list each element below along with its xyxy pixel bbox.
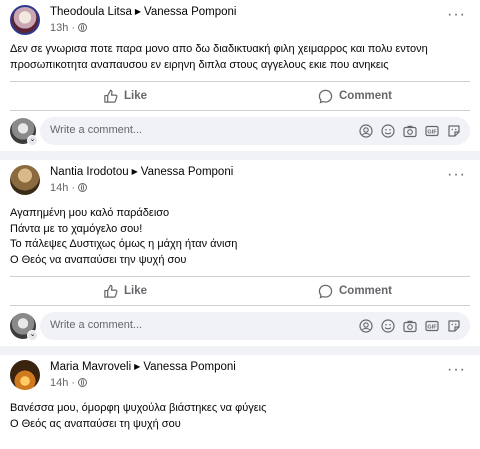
like-icon [104,284,118,298]
post-header: Nantia Irodotou ▶ Vanessa Pomponi 14h · ··… [10,165,470,205]
post-text: Αγαπημένη μου καλό παράδεισο Πάντα με το… [10,206,470,268]
comment-button[interactable]: Comment [240,279,470,303]
comment-icon [318,89,333,104]
like-label: Like [123,90,147,102]
post: Theodoula Litsa ▶ Vanessa Pomponi 13h · ··… [0,0,480,151]
post-actions: Like Comment [10,84,470,108]
post-meta: 14h · [50,182,88,194]
comment-tools: GIF [358,123,462,139]
post-text: Δεν σε γνωρισα ποτε παρα μονο απο δω δια… [10,42,470,73]
comment-icon [318,284,333,299]
post: Maria Mavroveli ▶ Vanessa Pomponi 14h · ··… [0,355,480,449]
post-time[interactable]: 14h [50,182,68,194]
comment-composer: ⌄ Write a comment... GIF [10,117,470,146]
post: Nantia Irodotou ▶ Vanessa Pomponi 14h · ··… [0,160,480,346]
post-line: Αγαπημένη μου καλό παράδεισο [10,207,170,219]
globe-icon [78,23,88,32]
camera-icon[interactable] [402,123,418,139]
author-name[interactable]: Theodoula Litsa [50,6,132,18]
post-time[interactable]: 14h [50,377,68,389]
avatar-sticker-icon[interactable] [358,123,374,139]
comment-tools: GIF [358,318,462,334]
emoji-icon[interactable] [380,318,396,334]
svg-text:GIF: GIF [427,325,437,331]
divider [10,81,470,82]
divider [10,110,470,111]
author-name[interactable]: Maria Mavroveli [50,361,131,373]
like-button[interactable]: Like [10,84,240,108]
user-avatar[interactable]: ⌄ [10,313,38,341]
recipient-name[interactable]: Vanessa Pomponi [144,6,236,18]
comment-button[interactable]: Comment [240,84,470,108]
post-line: Το πάλεψες Δυστιχως όμως η μάχη ήταν άνι… [10,238,238,250]
user-avatar[interactable]: ⌄ [10,118,38,146]
more-options-icon[interactable]: ··· [447,362,466,378]
divider [10,305,470,306]
emoji-icon[interactable] [380,123,396,139]
like-icon [104,89,118,103]
like-button[interactable]: Like [10,279,240,303]
post-line: Βανέσσα μου, όμορφη ψυχούλα βιάστηκες να… [10,402,267,414]
comment-placeholder: Write a comment... [50,124,143,136]
comment-label: Comment [338,90,393,102]
post-meta: 14h · [50,377,88,389]
more-options-icon[interactable]: ··· [447,7,466,23]
svg-text:GIF: GIF [427,130,437,136]
divider [10,276,470,277]
post-line: Ο Θεός να αναπαύσει την ψυχή σου [10,253,187,266]
post-line: Δεν σε γνωρισα ποτε παρα μονο απο δω δια… [10,43,428,55]
gif-icon[interactable]: GIF [424,123,440,139]
chevron-down-icon[interactable]: ⌄ [27,135,38,146]
post-text: Βανέσσα μου, όμορφη ψυχούλα βιάστηκες να… [10,401,470,432]
author-avatar[interactable] [10,5,40,35]
author-name[interactable]: Nantia Irodotou [50,166,129,178]
post-meta: 13h · [50,22,88,34]
recipient-name[interactable]: Vanessa Pomponi [143,361,235,373]
post-line: Πάντα με το χαμόγελο σου! [10,222,143,235]
arrow-right-icon: ▶ [134,7,141,16]
post-actions: Like Comment [10,279,470,303]
author-avatar[interactable] [10,165,40,195]
globe-icon [78,183,88,192]
recipient-name[interactable]: Vanessa Pomponi [141,166,233,178]
comment-label: Comment [338,285,393,297]
more-options-icon[interactable]: ··· [447,167,466,183]
post-header: Maria Mavroveli ▶ Vanessa Pomponi 14h · ··… [10,360,470,400]
post-names: Theodoula Litsa ▶ Vanessa Pomponi [50,6,236,18]
comment-composer: ⌄ Write a comment... GIF [10,312,470,341]
avatar-sticker-icon[interactable] [358,318,374,334]
post-names: Nantia Irodotou ▶ Vanessa Pomponi [50,166,233,178]
comment-input[interactable]: Write a comment... GIF [40,117,470,145]
post-line: προσωπικοτητα αναπαυσου εν ειρηνη διπλα … [10,58,389,71]
globe-icon [78,378,88,387]
post-names: Maria Mavroveli ▶ Vanessa Pomponi [50,361,236,373]
post-header: Theodoula Litsa ▶ Vanessa Pomponi 13h · ··… [10,5,470,45]
post-time[interactable]: 13h [50,22,68,34]
arrow-right-icon: ▶ [134,362,141,371]
gif-icon[interactable]: GIF [424,318,440,334]
arrow-right-icon: ▶ [131,167,138,176]
post-line: Ο Θεός ας αναπαύσει τη ψυχή σου [10,417,181,430]
sticker-icon[interactable] [446,318,462,334]
sticker-icon[interactable] [446,123,462,139]
like-label: Like [123,285,147,297]
chevron-down-icon[interactable]: ⌄ [27,330,38,341]
comment-placeholder: Write a comment... [50,319,143,331]
camera-icon[interactable] [402,318,418,334]
author-avatar[interactable] [10,360,40,390]
comment-input[interactable]: Write a comment... GIF [40,312,470,340]
